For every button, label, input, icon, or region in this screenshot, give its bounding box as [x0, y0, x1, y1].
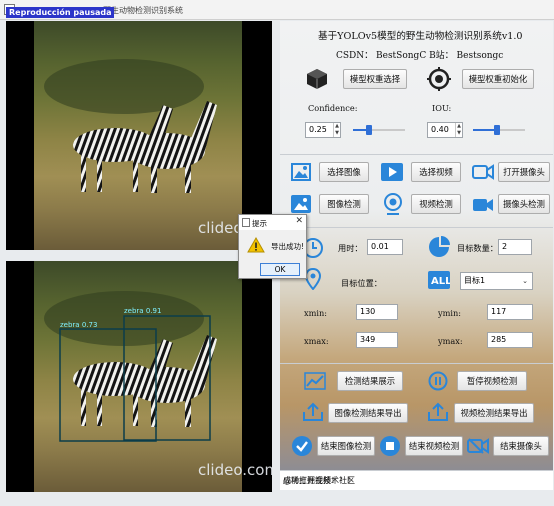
- info-dialog: 提示 ✕ 导出成功! OK: [238, 214, 307, 279]
- init-model-button[interactable]: 模型权重初始化: [462, 69, 534, 89]
- svg-text:ALL: ALL: [431, 276, 450, 287]
- show-results-button[interactable]: 检测结果展示: [337, 371, 403, 391]
- section-divider: [280, 363, 553, 364]
- confidence-slider[interactable]: [353, 125, 405, 135]
- end-video-detect-button[interactable]: 结束视频检测: [405, 436, 463, 456]
- time-label: 用时：: [338, 243, 363, 253]
- all-targets-icon: ALL: [428, 271, 450, 289]
- spin-arrows-icon[interactable]: ▲ ▼: [455, 123, 462, 137]
- detection-label: zebra 0.73: [60, 321, 98, 329]
- control-panel: 基于YOLOv5模型的野生动物检测识别系统v1.0 CSDN： BestSong…: [280, 21, 553, 490]
- app-title: 基于YOLOv5模型的野生动物检测识别系统v1.0: [318, 31, 523, 42]
- iou-label: IOU:: [432, 103, 452, 113]
- select-model-button[interactable]: 模型权重选择: [343, 69, 407, 89]
- warning-icon: [247, 237, 265, 253]
- chevron-down-icon[interactable]: ⌄: [522, 273, 528, 289]
- detection-video-view: zebra 0.91 zebra 0.73 clideo.com: [6, 261, 272, 492]
- video-frame: [34, 21, 242, 250]
- settings-target-icon: [427, 67, 451, 91]
- end-camera-button[interactable]: 结束摄像头: [493, 436, 549, 456]
- target-position-label: 目标位置：: [341, 278, 382, 288]
- pie-chart-icon: [429, 236, 450, 257]
- author-info: CSDN： BestSongC B站： Bestsongc: [336, 51, 504, 61]
- detection-label: zebra 0.91: [124, 307, 162, 315]
- cube-icon: [307, 69, 327, 89]
- target-count-field[interactable]: 2: [498, 239, 532, 255]
- export-icon: [303, 402, 323, 421]
- slider-handle[interactable]: [366, 125, 372, 135]
- end-image-detect-button[interactable]: 结束图像检测: [317, 436, 375, 456]
- check-circle-icon: [292, 436, 312, 456]
- zebra-image: [73, 101, 217, 193]
- pause-icon: [428, 371, 448, 391]
- xmin-label: xmin:: [304, 308, 328, 318]
- playback-paused-badge: Reproducción pausada: [6, 7, 115, 18]
- camera-off-icon: [467, 438, 489, 454]
- detection-box: [123, 315, 211, 441]
- export-video-results-button[interactable]: 视频检测结果导出: [454, 403, 534, 423]
- confidence-spinbox[interactable]: 0.25 ▲ ▼: [305, 122, 341, 138]
- stop-icon: [380, 436, 400, 456]
- ymin-field[interactable]: 117: [487, 304, 533, 320]
- camera-detect-icon: [473, 199, 493, 211]
- detection-box: [59, 328, 157, 442]
- dialog-message: 导出成功!: [271, 242, 305, 251]
- ymax-label: ymax:: [438, 336, 463, 346]
- original-video-view: clideo.com: [6, 21, 272, 250]
- iou-spinbox[interactable]: 0.40 ▲ ▼: [427, 122, 463, 138]
- open-camera-button[interactable]: 打开摄像头: [498, 162, 550, 182]
- pause-video-button[interactable]: 暂停视频检测: [457, 371, 527, 391]
- camera-detect-button[interactable]: 摄像头检测: [498, 194, 550, 214]
- image-detect-button[interactable]: 图像检测: [319, 194, 369, 214]
- image-icon: [291, 163, 311, 181]
- select-image-button[interactable]: 选择图像: [319, 162, 369, 182]
- target-count-label: 目标数量：: [457, 243, 498, 253]
- xmax-field[interactable]: 349: [356, 332, 398, 348]
- status-bar: 成功打开视频！！！ @稀土掘金技术社区: [280, 470, 553, 490]
- window-title: 野生动物检测识别系统: [103, 6, 183, 15]
- window-title-bar: 野生动物检测识别系统 Reproducción pausada: [0, 0, 554, 20]
- iou-slider[interactable]: [473, 125, 525, 135]
- close-icon[interactable]: ✕: [295, 216, 303, 226]
- video-watermark: clideo.com: [198, 461, 272, 479]
- section-divider: [280, 227, 553, 228]
- ymax-field[interactable]: 285: [487, 332, 533, 348]
- dialog-title-bar: 提示 ✕: [239, 215, 306, 230]
- site-watermark: @稀土掘金技术社区: [283, 476, 355, 485]
- confidence-label: Confidence:: [308, 103, 358, 113]
- video-divider: [6, 250, 272, 261]
- dialog-title: 提示: [252, 219, 267, 228]
- image-detect-icon: [291, 195, 311, 213]
- video-play-icon: [381, 163, 403, 181]
- video-detect-button[interactable]: 视频检测: [411, 194, 461, 214]
- camera-icon: [472, 164, 494, 180]
- detection-overlay: [59, 315, 211, 442]
- line-chart-icon: [304, 372, 326, 390]
- ymin-label: ymin:: [438, 308, 462, 318]
- spin-arrows-icon[interactable]: ▲ ▼: [333, 123, 340, 137]
- ok-button[interactable]: OK: [260, 263, 300, 276]
- app-icon: [242, 218, 250, 227]
- export-icon: [428, 402, 448, 421]
- webcam-icon: [384, 193, 402, 215]
- xmin-field[interactable]: 130: [356, 304, 398, 320]
- xmax-label: xmax:: [304, 336, 329, 346]
- export-image-results-button[interactable]: 图像检测结果导出: [328, 403, 408, 423]
- slider-handle[interactable]: [493, 125, 500, 135]
- section-divider: [280, 154, 553, 155]
- select-video-button[interactable]: 选择视频: [411, 162, 461, 182]
- target-select[interactable]: 目标1 ⌄: [460, 272, 533, 290]
- time-field[interactable]: 0.01: [367, 239, 403, 255]
